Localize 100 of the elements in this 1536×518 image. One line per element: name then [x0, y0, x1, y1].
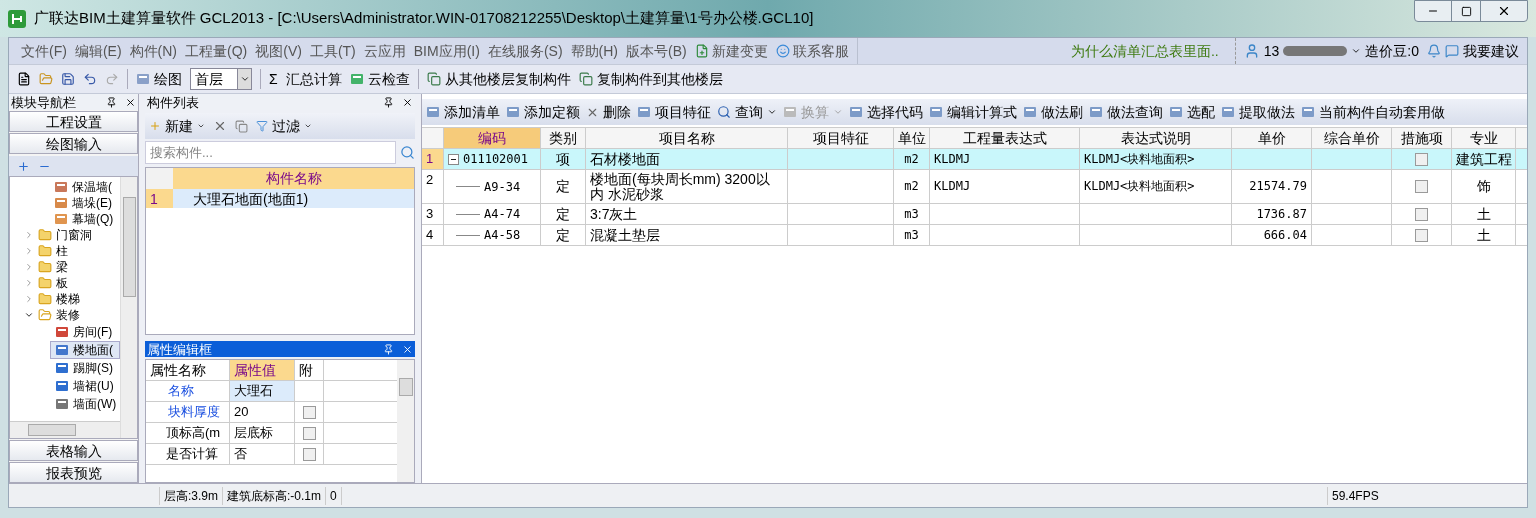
checkbox[interactable] — [1415, 207, 1428, 221]
menu-item[interactable]: 帮助(H) — [566, 40, 622, 62]
property-value[interactable]: 20 — [230, 402, 294, 422]
nav-section-button[interactable]: 表格输入 — [9, 440, 138, 461]
table-row[interactable]: 1 011102001 项 石材楼地面 m2 KLDMJ KLDMJ<块料地面积> 建筑工程 — [422, 149, 1527, 170]
property-value[interactable]: 层底标 — [230, 423, 294, 443]
toolbar-button[interactable]: 做法查询 — [1089, 101, 1163, 123]
nav-section-button[interactable]: 绘图输入 — [9, 133, 138, 154]
menu-item[interactable]: 构件(N) — [125, 40, 181, 62]
menu-item[interactable]: 云应用 — [359, 40, 410, 62]
menu-item[interactable]: 工具(T) — [305, 40, 360, 62]
tree-item[interactable]: 踢脚(S) — [50, 359, 120, 377]
open-folder-icon[interactable] — [39, 72, 53, 86]
toolbar-button[interactable]: 删除 — [586, 101, 631, 123]
toolbar-button[interactable]: 查询 — [717, 101, 777, 123]
menu-item[interactable]: BIM应用(I) — [409, 40, 484, 62]
tree-item[interactable]: 楼地面( — [50, 341, 120, 359]
copy-icon[interactable] — [235, 119, 248, 133]
menu-item[interactable]: 工程量(Q) — [181, 40, 252, 62]
toolbar-button[interactable]: 当前构件自动套用做 — [1301, 101, 1445, 123]
user-account[interactable]: 13 — [1263, 40, 1280, 62]
table-cell: 石材楼地面 — [590, 151, 660, 167]
tree-folder[interactable]: 柱 — [56, 243, 68, 259]
checkbox[interactable] — [302, 405, 316, 419]
toolbar-button[interactable]: 添加清单 — [426, 101, 500, 123]
caret-icon[interactable] — [1351, 46, 1362, 56]
toolbar-button[interactable]: 添加定额 — [506, 101, 580, 123]
link-button[interactable]: 联系客服 — [771, 40, 853, 62]
tree-item[interactable]: 墙裙(U) — [50, 377, 120, 395]
toolbar-button[interactable]: 选择代码 — [849, 101, 923, 123]
component-row[interactable]: 1 大理石地面(地面1) — [146, 189, 414, 208]
toolbar-button[interactable]: 提取做法 — [1221, 101, 1295, 123]
vertical-scrollbar[interactable] — [397, 360, 414, 482]
nav-section-button[interactable]: 工程设置 — [9, 111, 138, 132]
link-button[interactable]: 新建变更 — [690, 40, 772, 62]
toolbar-button[interactable]: 编辑计算式 — [929, 101, 1017, 123]
close-icon[interactable] — [125, 96, 136, 108]
new-button[interactable]: 新建 — [149, 115, 205, 137]
summary-calc-button[interactable]: Σ 汇总计算 — [269, 68, 342, 90]
tree-folder[interactable]: 门窗洞 — [56, 227, 92, 243]
bell-icon[interactable] — [1427, 44, 1441, 58]
collapse-icon[interactable] — [448, 153, 459, 165]
menu-item[interactable]: 在线服务(S) — [483, 40, 567, 62]
suggest-button[interactable]: 我要建议 — [1463, 40, 1527, 62]
tree-item[interactable]: 房间(F) — [50, 323, 120, 341]
horizontal-scrollbar[interactable] — [10, 421, 120, 438]
floor-select[interactable]: 首层 — [190, 68, 252, 90]
panel-title: 模块导航栏 — [11, 95, 76, 109]
delete-icon[interactable] — [213, 119, 227, 133]
table-row[interactable]: 2 A9-34 定 楼地面(每块周长mm) 3200以内 水泥砂浆 m2 KLDMJ KLDMJ<块料地面积> 21574.79 饰 — [422, 170, 1527, 204]
search-icon[interactable] — [400, 145, 415, 160]
new-file-icon[interactable] — [17, 72, 31, 86]
pin-icon[interactable] — [383, 96, 394, 108]
vertical-scrollbar[interactable] — [120, 177, 137, 438]
table-cell: 土 — [1476, 206, 1491, 222]
tree-folder[interactable]: 楼梯 — [56, 291, 80, 307]
copy-from-floors-button[interactable]: 从其他楼层复制构件 — [426, 68, 571, 90]
toolbar-button[interactable]: 做法刷 — [1023, 101, 1083, 123]
checkbox[interactable] — [1415, 152, 1428, 166]
menu-item[interactable]: 编辑(E) — [70, 40, 126, 62]
tree-item[interactable]: 幕墙(Q) — [72, 211, 114, 227]
copy-to-floors-button[interactable]: 复制构件到其他楼层 — [578, 68, 723, 90]
maximize-button[interactable] — [1451, 1, 1481, 21]
save-icon[interactable] — [61, 72, 75, 86]
toolbar-button[interactable]: 选配 — [1169, 101, 1215, 123]
search-field[interactable]: 搜索构件... — [145, 141, 396, 164]
nav-section-button[interactable]: 报表预览 — [9, 462, 138, 483]
filter-icon — [256, 120, 268, 132]
tree-item[interactable]: 墙垛(E) — [72, 195, 112, 211]
tree-item[interactable]: 墙面(W) — [50, 395, 120, 413]
table-row[interactable]: 3 A4-74 定 3:7灰土 m3 1736.87 土 — [422, 204, 1527, 225]
folder-icon — [38, 292, 52, 306]
toolbar-button[interactable]: 项目特征 — [637, 101, 711, 123]
filter-button[interactable]: 过滤 — [256, 115, 312, 137]
menu-item[interactable]: 文件(F) — [17, 40, 71, 62]
column-header: 单位 — [894, 128, 930, 148]
menu-item[interactable]: 视图(V) — [251, 40, 306, 62]
draw-button[interactable]: 绘图 — [136, 68, 182, 90]
table-row[interactable]: 4 A4-58 定 混凝土垫层 m3 666.04 土 — [422, 225, 1527, 246]
checkbox[interactable] — [1415, 228, 1428, 242]
tree-folder[interactable]: 板 — [56, 275, 68, 291]
menu-item[interactable]: 版本号(B) — [622, 40, 691, 62]
cloud-check-button[interactable]: 云检查 — [349, 68, 410, 90]
tree-item[interactable]: 保温墙( — [72, 179, 112, 195]
expand-all-icon[interactable] — [17, 159, 30, 173]
pin-icon[interactable] — [106, 96, 117, 108]
property-name: 顶标高(m — [146, 423, 230, 443]
redo-icon[interactable] — [105, 72, 119, 86]
folder-icon — [38, 228, 52, 242]
property-value[interactable]: 否 — [230, 444, 294, 464]
close-icon[interactable] — [402, 96, 413, 108]
notice-link[interactable]: 为什么清单汇总表里面.. — [1070, 40, 1219, 62]
undo-icon[interactable] — [83, 72, 97, 86]
property-value[interactable]: 大理石 — [230, 381, 294, 401]
checkbox[interactable] — [302, 426, 316, 440]
tree-folder[interactable]: 装修 — [56, 307, 80, 323]
column-header: 编码 — [444, 128, 541, 148]
tree-folder[interactable]: 梁 — [56, 259, 68, 275]
checkbox[interactable] — [302, 447, 316, 461]
checkbox[interactable] — [1415, 180, 1428, 193]
